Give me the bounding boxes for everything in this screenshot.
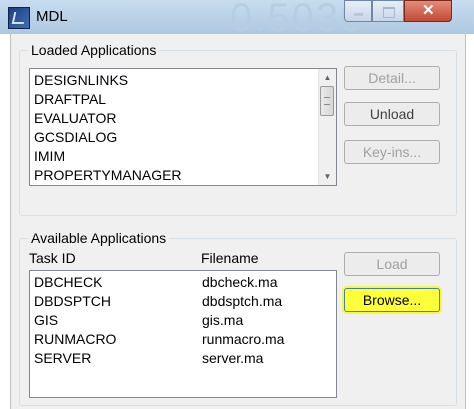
filename-cell: dbdsptch.ma	[202, 293, 283, 309]
task-id-cell: DBCHECK	[34, 274, 103, 290]
load-button[interactable]: Load	[344, 252, 440, 276]
close-icon: ✕	[422, 2, 435, 19]
table-row[interactable]: DBCHECK dbcheck.ma	[30, 273, 336, 292]
available-applications-list[interactable]: DBCHECK dbcheck.ma DBDSPTCH dbdsptch.ma …	[29, 270, 337, 398]
task-id-cell: GIS	[34, 312, 59, 328]
table-row[interactable]: SERVER server.ma	[30, 349, 336, 368]
list-item[interactable]: EVALUATOR	[30, 109, 318, 128]
scrollbar-thumb[interactable]	[320, 86, 334, 116]
task-id-column-header: Task ID	[29, 250, 76, 266]
task-id-cell: DBDSPTCH	[34, 293, 112, 309]
loaded-applications-legend: Loaded Applications	[28, 42, 160, 58]
available-applications-legend: Available Applications	[28, 230, 170, 246]
browse-button[interactable]: Browse...	[344, 288, 440, 312]
maximize-button[interactable]	[372, 0, 404, 22]
minimize-button[interactable]	[344, 0, 372, 22]
close-button[interactable]: ✕	[404, 0, 452, 22]
task-id-cell: SERVER	[34, 350, 92, 366]
filename-cell: runmacro.ma	[202, 331, 285, 347]
table-row[interactable]: RUNMACRO runmacro.ma	[30, 330, 336, 349]
filename-cell: server.ma	[202, 350, 264, 366]
list-item[interactable]: DRAFTPAL	[30, 90, 318, 109]
title-bar[interactable]: MDL 0.5030 ✕	[0, 0, 474, 40]
table-row[interactable]: DBDSPTCH dbdsptch.ma	[30, 292, 336, 311]
scroll-down-arrow-icon[interactable]: ▼	[319, 168, 336, 185]
list-item[interactable]: IMIM	[30, 147, 318, 166]
list-item[interactable]: DESIGNLINKS	[30, 71, 318, 90]
task-id-cell: RUNMACRO	[34, 331, 117, 347]
filename-cell: dbcheck.ma	[202, 274, 278, 290]
key-ins-button[interactable]: Key-ins...	[344, 140, 440, 164]
unload-button[interactable]: Unload	[344, 102, 440, 126]
dialog-client-area: Loaded Applications DESIGNLINKS DRAFTPAL…	[10, 34, 466, 409]
filename-cell: gis.ma	[202, 312, 244, 328]
filename-column-header: Filename	[201, 250, 259, 266]
scroll-up-arrow-icon[interactable]: ▲	[319, 69, 336, 86]
loaded-applications-list[interactable]: DESIGNLINKS DRAFTPAL EVALUATOR GCSDIALOG…	[29, 68, 337, 186]
window-title: MDL	[36, 8, 68, 25]
list-item[interactable]: GCSDIALOG	[30, 128, 318, 147]
loaded-list-scrollbar[interactable]: ▲ ▼	[318, 69, 336, 185]
list-item[interactable]: PROPERTYMANAGER	[30, 166, 318, 185]
mdl-app-icon	[8, 7, 30, 29]
table-row[interactable]: GIS gis.ma	[30, 311, 336, 330]
detail-button[interactable]: Detail...	[344, 66, 440, 90]
